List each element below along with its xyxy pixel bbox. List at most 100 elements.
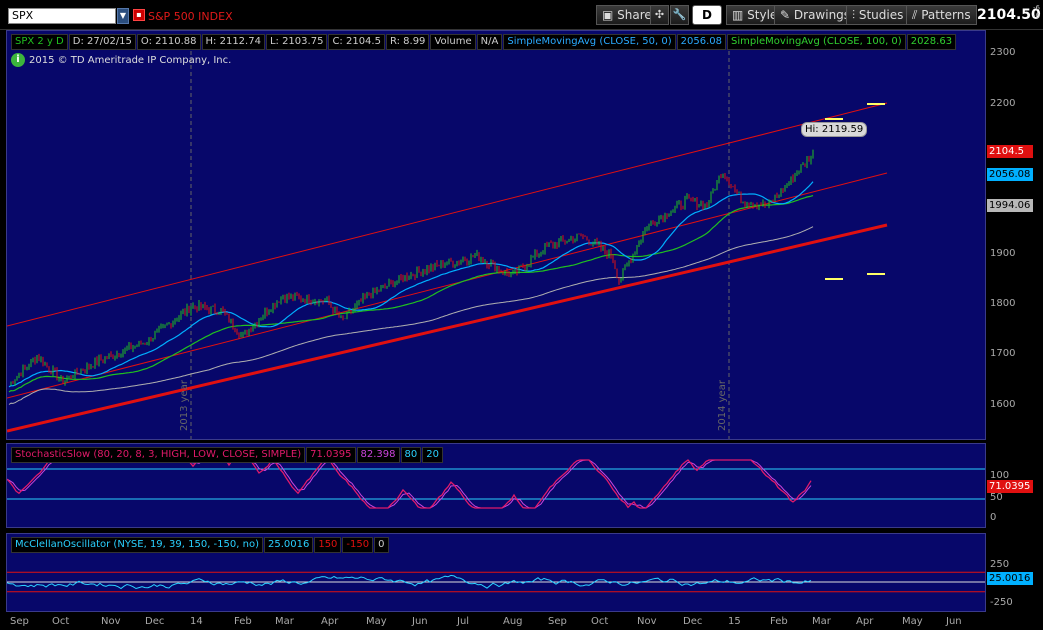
x-tick: Dec [683, 616, 703, 627]
stoch-value-tag: 71.0395 [987, 480, 1033, 493]
stoch-d-value: 82.398 [356, 447, 400, 463]
volume-label: Volume [430, 34, 476, 50]
x-tick: May [902, 616, 923, 627]
drawings-label: Drawings [793, 8, 851, 22]
sma100-value: 2028.63 [906, 34, 957, 50]
channel-lower-line [7, 223, 888, 433]
stoch-k-line [7, 459, 812, 509]
time-axis: Sep Oct Nov Dec 14 Feb Mar Apr May Jun Jul Aug Sep Oc… [0, 612, 986, 630]
x-tick: Sep [10, 616, 29, 627]
mcclellan-lower: -150 [342, 537, 374, 553]
x-tick: May [366, 616, 387, 627]
last-price: 2104.50 [977, 7, 1041, 23]
x-tick: Jun [412, 616, 428, 627]
x-tick: Nov [637, 616, 657, 627]
symbol-input[interactable]: SPX [8, 8, 116, 24]
x-tick: Oct [52, 616, 70, 627]
channel-middle-line [7, 172, 888, 399]
studies-button[interactable]: ⫶ Studies [846, 5, 910, 25]
high-bubble: Hi: 2119.59 [801, 122, 868, 137]
crosshair-icon[interactable]: ✣ [650, 5, 669, 25]
stoch-oversold: 20 [422, 447, 443, 463]
x-tick: Oct [591, 616, 609, 627]
studies-icon: ⫶ [852, 8, 856, 22]
close-price-tag: 2104.5 [987, 145, 1033, 158]
y-tick: 2300 [990, 47, 1016, 58]
info-range: R: 8.99 [385, 34, 430, 50]
price-chart[interactable] [7, 31, 986, 440]
x-tick: Apr [321, 616, 339, 627]
price-info-row: SPX 2 y D D: 27/02/15 O: 2110.88 H: 2112.74… [11, 34, 957, 50]
info-close: C: 2104.5 [328, 34, 385, 50]
stoch-info-row: StochasticSlow (80, 20, 8, 3, HIGH, LOW,… [11, 447, 444, 463]
stoch-d-line [7, 459, 812, 509]
mcc-y-tick: -250 [990, 597, 1013, 608]
info-low: L: 2103.75 [265, 34, 328, 50]
mcclellan-value: 25.0016 [263, 537, 314, 553]
y-tick: 1700 [990, 348, 1016, 359]
x-tick: 14 [190, 616, 203, 627]
y-tick: 1900 [990, 248, 1016, 259]
mcclellan-info-row: McClellanOscillator (NYSE, 19, 39, 150, … [11, 537, 390, 553]
alert-flag-icon[interactable]: ▪ [133, 9, 145, 21]
x-tick: Feb [770, 616, 788, 627]
patterns-button[interactable]: ⫽ Patterns [906, 5, 977, 25]
pencil-icon: ✎ [780, 8, 791, 22]
info-open: O: 2110.88 [136, 34, 201, 50]
stoch-label[interactable]: StochasticSlow (80, 20, 8, 3, HIGH, LOW,… [11, 447, 306, 463]
channel-upper-line [7, 102, 888, 327]
stoch-overbought: 80 [400, 447, 422, 463]
mcclellan-value-tag: 25.0016 [987, 572, 1033, 585]
info-high: H: 2112.74 [201, 34, 265, 50]
price-axis [986, 30, 1043, 440]
mcclellan-label[interactable]: McClellanOscillator (NYSE, 19, 39, 150, … [11, 537, 263, 553]
drawings-button[interactable]: ✎ Drawings [774, 5, 857, 25]
wrench-icon[interactable]: 🔧 [670, 5, 689, 25]
x-tick: Feb [234, 616, 252, 627]
chart-toolbar: SPX ▼ ▪ S&P 500 INDEX ▣ Share ✣ 🔧 D ▥ St… [0, 0, 1043, 30]
y-tick: 2200 [990, 98, 1016, 109]
studies-label: Studies [858, 8, 904, 22]
copyright: i 2015 © TD Ameritrade IP Company, Inc. [11, 53, 231, 67]
sma200-price-tag: 1994.06 [987, 199, 1033, 212]
style-icon: ▥ [732, 8, 744, 22]
share-button[interactable]: ▣ Share [596, 5, 658, 25]
year-label-2014: 2014 year [717, 380, 728, 431]
sma100-line [8, 195, 814, 393]
stoch-k-value: 71.0395 [306, 447, 356, 463]
mcclellan-upper: 150 [314, 537, 342, 553]
x-tick: Jul [457, 616, 470, 627]
last-change: -6 -0 [1033, 4, 1040, 20]
mcclellan-panel[interactable]: McClellanOscillator (NYSE, 19, 39, 150, … [6, 533, 986, 612]
sma50-line [8, 181, 814, 388]
mcclellan-zero: 0 [374, 537, 389, 553]
price-panel[interactable]: SPX 2 y D D: 27/02/15 O: 2110.88 H: 2112.74… [6, 30, 986, 440]
x-tick: Jun [946, 616, 962, 627]
sma50-label[interactable]: SimpleMovingAvg (CLOSE, 50, 0) [503, 34, 676, 50]
sma100-label[interactable]: SimpleMovingAvg (CLOSE, 100, 0) [727, 34, 906, 50]
sma50-price-tag: 2056.08 [987, 168, 1033, 181]
mcc-y-tick: 250 [990, 559, 1010, 570]
share-icon: ▣ [602, 8, 614, 22]
stoch-y-tick: 0 [990, 512, 997, 523]
patterns-icon: ⫽ [912, 8, 918, 22]
x-tick: Dec [145, 616, 165, 627]
patterns-label: Patterns [921, 8, 971, 22]
share-label: Share [617, 8, 652, 22]
x-tick: Mar [812, 616, 831, 627]
sma200-line [8, 226, 814, 405]
stochastic-panel[interactable]: StochasticSlow (80, 20, 8, 3, HIGH, LOW,… [6, 443, 986, 528]
y-tick: 1800 [990, 298, 1016, 309]
symbol-dropdown-icon[interactable]: ▼ [117, 8, 129, 24]
y-tick: 1600 [990, 399, 1016, 410]
period-button[interactable]: D [692, 5, 722, 25]
style-label: Style [747, 8, 778, 22]
volume-value: N/A [476, 34, 503, 50]
x-tick: Mar [275, 616, 294, 627]
x-tick: Sep [548, 616, 567, 627]
x-tick: Nov [101, 616, 121, 627]
info-icon[interactable]: i [11, 53, 25, 67]
copyright-text: 2015 © TD Ameritrade IP Company, Inc. [29, 54, 232, 66]
x-tick: 15 [728, 616, 741, 627]
x-tick: Apr [856, 616, 874, 627]
